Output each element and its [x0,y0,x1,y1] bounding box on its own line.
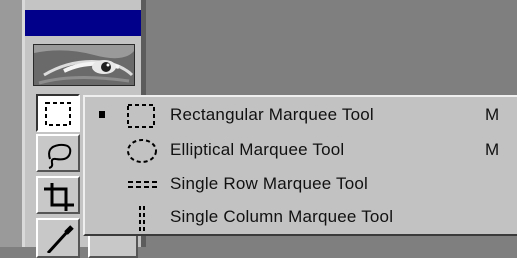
toolbox-left-edge [0,0,22,247]
checkmark-icon [99,111,105,118]
menu-item-label: Single Row Marquee Tool [170,174,369,193]
tool-rectangular-marquee[interactable] [36,94,80,132]
menu-item-label: Elliptical Marquee Tool [170,140,345,159]
tool-crop[interactable] [36,176,80,214]
single-column-marquee-icon [139,206,145,231]
toolbox-edge-highlight [22,0,25,247]
menu-item-shortcut: M [485,105,500,124]
eye-logo-icon[interactable] [33,44,135,86]
tool-brush[interactable] [36,218,80,258]
menu-item-label: Rectangular Marquee Tool [170,105,374,124]
ellipse-marquee-icon [127,139,157,163]
rect-marquee-icon [45,102,71,126]
rect-marquee-icon [127,104,155,128]
lasso-icon [48,143,72,169]
brush-icon [46,225,74,253]
menu-item-elliptical-marquee[interactable]: Elliptical Marquee Tool M [85,135,517,167]
tool-lasso[interactable] [36,134,80,172]
menu-item-label: Single Column Marquee Tool [170,207,394,226]
crop-icon [44,183,74,211]
toolbox-title-bar[interactable] [25,10,141,36]
single-row-marquee-icon [128,181,157,188]
menu-item-shortcut: M [485,140,500,159]
menu-item-single-column-marquee[interactable]: Single Column Marquee Tool [85,202,517,234]
marquee-tool-flyout-menu: Rectangular Marquee Tool M Elliptical Ma… [83,95,517,236]
menu-item-rectangular-marquee[interactable]: Rectangular Marquee Tool M [85,100,517,132]
menu-item-single-row-marquee[interactable]: Single Row Marquee Tool [85,169,517,201]
